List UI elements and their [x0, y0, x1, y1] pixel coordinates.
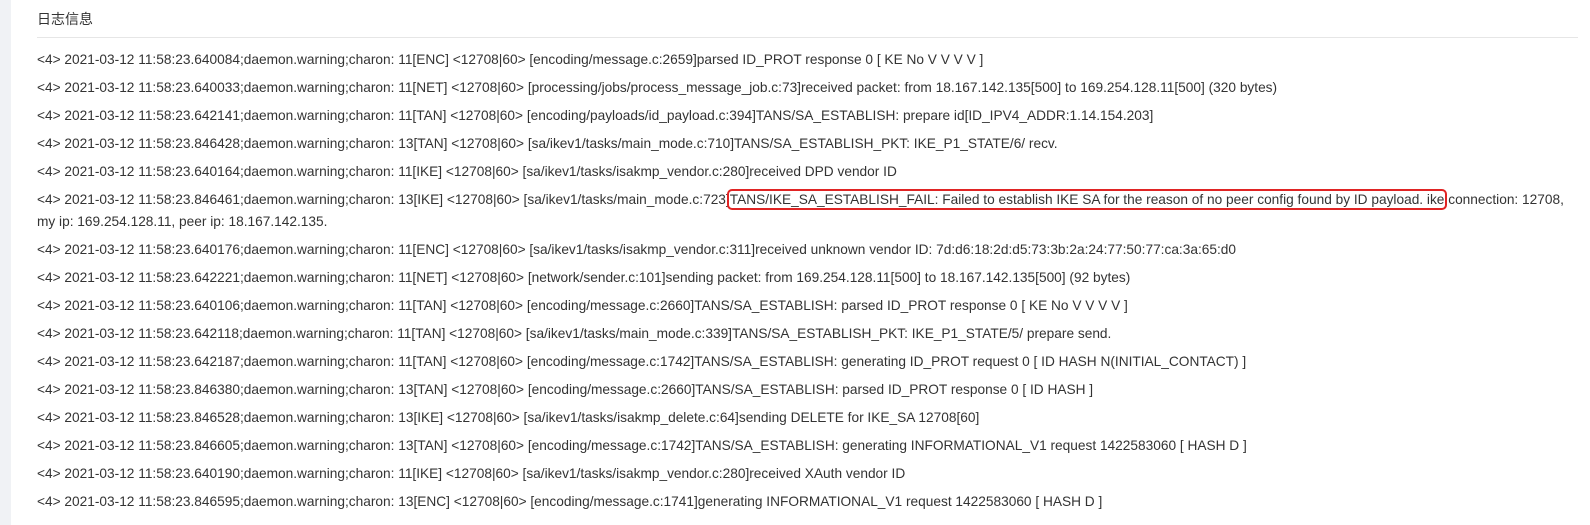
log-text: <4> 2021-03-12 11:58:23.846528;daemon.wa… — [37, 410, 980, 425]
log-line: <4> 2021-03-12 11:58:23.642118;daemon.wa… — [37, 323, 1567, 345]
highlighted-error-text: TANS/IKE_SA_ESTABLISH_FAIL: Failed to es… — [726, 189, 1448, 210]
header-divider — [37, 37, 1578, 38]
log-text: <4> 2021-03-12 11:58:23.642221;daemon.wa… — [37, 270, 1131, 285]
log-line: <4> 2021-03-12 11:58:23.642221;daemon.wa… — [37, 267, 1567, 289]
log-text: <4> 2021-03-12 11:58:23.846595;daemon.wa… — [37, 494, 1103, 509]
log-line: <4> 2021-03-12 11:58:23.640164;daemon.wa… — [37, 161, 1567, 183]
log-line: <4> 2021-03-12 11:58:23.846428;daemon.wa… — [37, 133, 1567, 155]
log-text: <4> 2021-03-12 11:58:23.846461;daemon.wa… — [37, 192, 730, 207]
log-text: <4> 2021-03-12 11:58:23.846605;daemon.wa… — [37, 438, 1247, 453]
log-text: <4> 2021-03-12 11:58:23.642118;daemon.wa… — [37, 326, 1112, 341]
log-line: <4> 2021-03-12 11:58:23.640190;daemon.wa… — [37, 463, 1567, 485]
log-text: <4> 2021-03-12 11:58:23.640084;daemon.wa… — [37, 52, 984, 67]
log-text: <4> 2021-03-12 11:58:23.640106;daemon.wa… — [37, 298, 1128, 313]
log-text: <4> 2021-03-12 11:58:23.846428;daemon.wa… — [37, 136, 1058, 151]
log-line: <4> 2021-03-12 11:58:23.640084;daemon.wa… — [37, 49, 1567, 71]
log-text: <4> 2021-03-12 11:58:23.640033;daemon.wa… — [37, 80, 1278, 95]
log-text: <4> 2021-03-12 11:58:23.642141;daemon.wa… — [37, 108, 1154, 123]
log-list: <4> 2021-03-12 11:58:23.640084;daemon.wa… — [37, 49, 1567, 519]
panel-title: 日志信息 — [37, 11, 93, 27]
log-text: <4> 2021-03-12 11:58:23.642187;daemon.wa… — [37, 354, 1247, 369]
log-line: <4> 2021-03-12 11:58:23.846605;daemon.wa… — [37, 435, 1567, 457]
log-line: <4> 2021-03-12 11:58:23.642187;daemon.wa… — [37, 351, 1567, 373]
left-gutter — [0, 0, 11, 525]
log-line: <4> 2021-03-12 11:58:23.642141;daemon.wa… — [37, 105, 1567, 127]
log-text: <4> 2021-03-12 11:58:23.640164;daemon.wa… — [37, 164, 897, 179]
log-panel: 日志信息 <4> 2021-03-12 11:58:23.640084;daem… — [11, 0, 1590, 525]
log-line: <4> 2021-03-12 11:58:23.640106;daemon.wa… — [37, 295, 1567, 317]
log-line: <4> 2021-03-12 11:58:23.640033;daemon.wa… — [37, 77, 1567, 99]
log-line: <4> 2021-03-12 11:58:23.846380;daemon.wa… — [37, 379, 1567, 401]
log-text: <4> 2021-03-12 11:58:23.640190;daemon.wa… — [37, 466, 906, 481]
log-text: <4> 2021-03-12 11:58:23.846380;daemon.wa… — [37, 382, 1094, 397]
log-text: <4> 2021-03-12 11:58:23.640176;daemon.wa… — [37, 242, 1237, 257]
log-line-highlighted: <4> 2021-03-12 11:58:23.846461;daemon.wa… — [37, 189, 1567, 233]
log-line: <4> 2021-03-12 11:58:23.846595;daemon.wa… — [37, 491, 1567, 513]
log-line: <4> 2021-03-12 11:58:23.846528;daemon.wa… — [37, 407, 1567, 429]
log-line: <4> 2021-03-12 11:58:23.640176;daemon.wa… — [37, 239, 1567, 261]
